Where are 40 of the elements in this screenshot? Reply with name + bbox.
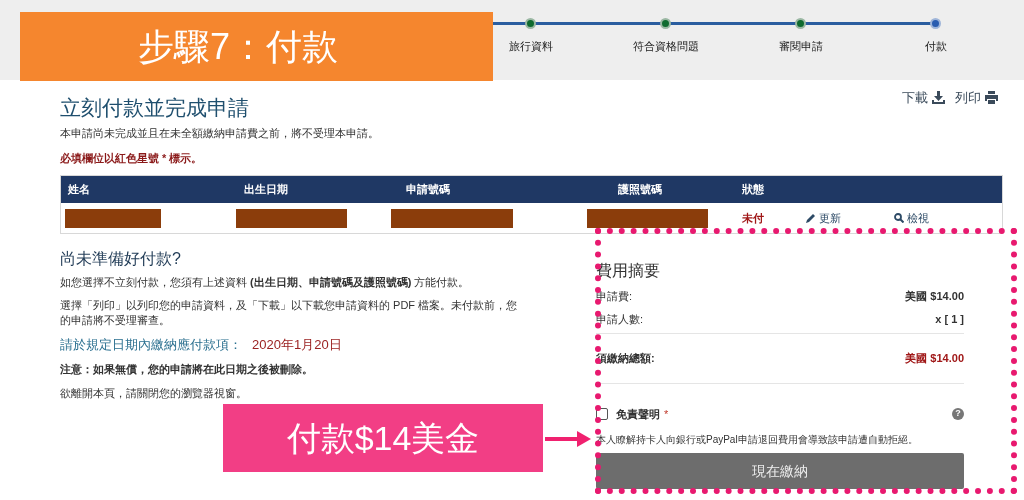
disclaimer-label: 免責聲明 xyxy=(615,406,660,422)
download-icon xyxy=(932,91,945,105)
fee-value: x [ 1 ] xyxy=(935,311,964,327)
required-mark: * xyxy=(663,406,669,422)
step-label[interactable]: 符合資格問題 xyxy=(632,38,699,55)
print-link[interactable]: 列印 xyxy=(955,88,998,108)
fee-label: 申請人數: xyxy=(595,311,644,327)
download-link[interactable]: 下載 xyxy=(902,88,945,108)
warning-text: 注意：如果無償，您的申請將在此日期之後被刪除。 xyxy=(60,361,314,377)
pay-now-button[interactable]: 現在繳納 xyxy=(595,453,964,489)
help-icon[interactable]: ? xyxy=(952,407,964,420)
printer-icon xyxy=(985,91,998,105)
column-header: 申請號碼 xyxy=(406,182,451,198)
callout-label: 付款$14美金 xyxy=(223,404,543,472)
column-header: 姓名 xyxy=(68,182,91,198)
step-label[interactable]: 旅行資料 xyxy=(508,38,553,55)
step-label[interactable]: 審閱申請 xyxy=(778,38,823,55)
pencil-icon xyxy=(806,213,816,223)
step-label[interactable]: 付款 xyxy=(924,38,947,55)
section-heading: 尚未準備好付款? xyxy=(60,249,182,269)
fee-value: 美國 $14.00 xyxy=(905,351,964,366)
column-header: 狀態 xyxy=(742,182,765,198)
required-fields-note: 必填欄位以紅色星號 * 標示。 xyxy=(60,150,204,166)
fee-value: 美國 $14.00 xyxy=(905,289,964,304)
update-link[interactable]: 更新 xyxy=(806,209,894,227)
due-date: 2020年1月20日 xyxy=(252,336,342,354)
info-paragraph: 選擇「列印」以列印您的申請資料，及「下載」以下載您申請資料的 PDF 檔案。未付款前，您的申請將不受理審查。 xyxy=(60,298,519,328)
fee-label: 申請費: xyxy=(595,289,633,304)
search-icon xyxy=(894,213,904,223)
due-date-label: 請於規定日期內繳納應付款項： xyxy=(60,336,242,354)
intro-text: 本申請尚未完成並且在未全額繳納申請費之前，將不受理本申請。 xyxy=(60,126,380,141)
arrow-icon xyxy=(545,431,591,447)
page-title: 立刻付款並完成申請 xyxy=(60,95,249,121)
column-header: 出生日期 xyxy=(244,182,289,198)
column-header: 護照號碼 xyxy=(618,182,663,198)
status-text: 未付 xyxy=(742,210,765,226)
info-paragraph: 如您選擇不立刻付款，您須有上述資料 (出生日期、申請號碼及護照號碼) 方能付款。 xyxy=(60,275,471,290)
step-annotation-banner: 步驟7：付款 xyxy=(20,12,493,81)
leave-page-note: 欲離開本頁，請關閉您的瀏覽器視窗。 xyxy=(60,386,248,401)
view-link[interactable]: 檢視 xyxy=(894,209,1002,227)
